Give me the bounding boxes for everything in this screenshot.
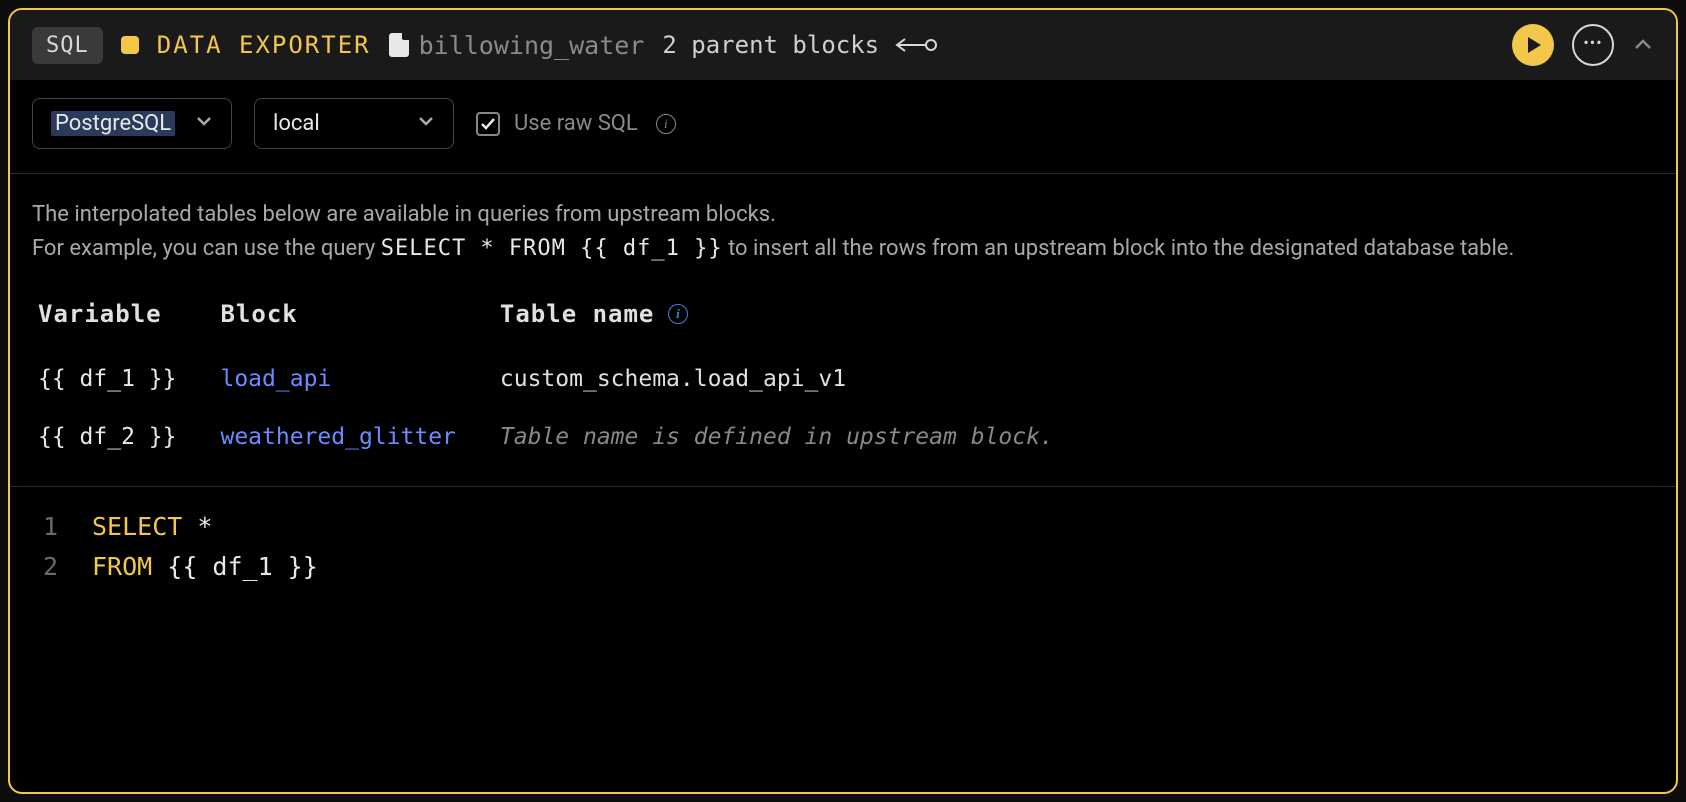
block-link[interactable]: load_api xyxy=(220,350,499,408)
parent-blocks-arrow-icon xyxy=(893,36,937,54)
editor-line: 2FROM {{ df_1 }} xyxy=(32,547,1654,587)
block-link[interactable]: weathered_glitter xyxy=(220,408,499,466)
checkbox-checked-icon xyxy=(476,112,500,136)
accent-square-icon xyxy=(121,36,139,54)
column-header-block: Block xyxy=(220,288,499,350)
interpolated-variables-table: Variable Block Table name i {{ df_1 }}lo… xyxy=(10,274,1676,487)
use-raw-sql-label: Use raw SQL xyxy=(514,111,638,136)
description-line-1: The interpolated tables below are availa… xyxy=(32,198,1654,232)
code-content: SELECT * xyxy=(92,507,212,547)
block-type-label: DATA EXPORTER xyxy=(157,31,371,59)
block-header: SQL DATA EXPORTER billowing_water 2 pare… xyxy=(10,10,1676,80)
column-header-variable: Variable xyxy=(38,288,220,350)
db-engine-select[interactable]: PostgreSQL xyxy=(32,98,232,149)
line-number: 2 xyxy=(32,547,92,587)
chevron-down-icon xyxy=(417,111,435,136)
parent-blocks-label: 2 parent blocks xyxy=(662,31,879,59)
language-badge: SQL xyxy=(32,27,103,64)
parent-blocks-group[interactable]: 2 parent blocks xyxy=(662,31,937,59)
use-raw-sql-toggle[interactable]: Use raw SQL i xyxy=(476,111,676,136)
block-name-group[interactable]: billowing_water xyxy=(389,31,645,60)
description-line-2: For example, you can use the query SELEC… xyxy=(32,232,1654,266)
code-content: FROM {{ df_1 }} xyxy=(92,547,318,587)
run-button[interactable] xyxy=(1512,24,1554,66)
editor-line: 1SELECT * xyxy=(32,507,1654,547)
ellipsis-icon: ••• xyxy=(1583,35,1602,51)
table-name-cell: custom_schema.load_api_v1 xyxy=(500,350,1098,408)
block-name: billowing_water xyxy=(419,31,645,60)
table-name-cell: Table name is defined in upstream block. xyxy=(500,408,1098,466)
info-icon[interactable]: i xyxy=(668,304,688,324)
config-row: PostgreSQL local Use raw SQL i xyxy=(10,80,1676,174)
table-row: {{ df_1 }}load_apicustom_schema.load_api… xyxy=(38,350,1098,408)
sql-editor[interactable]: 1SELECT *2FROM {{ df_1 }} xyxy=(10,487,1676,607)
play-icon xyxy=(1528,37,1541,53)
file-icon xyxy=(389,33,409,57)
chevron-down-icon xyxy=(195,111,213,136)
column-header-table-name: Table name i xyxy=(500,288,1098,350)
connection-value: local xyxy=(273,111,320,136)
info-icon[interactable]: i xyxy=(656,114,676,134)
connection-select[interactable]: local xyxy=(254,98,454,149)
line-number: 1 xyxy=(32,507,92,547)
more-options-button[interactable]: ••• xyxy=(1572,24,1614,66)
variable-cell: {{ df_1 }} xyxy=(38,350,220,408)
variable-cell: {{ df_2 }} xyxy=(38,408,220,466)
table-row: {{ df_2 }}weathered_glitterTable name is… xyxy=(38,408,1098,466)
collapse-button[interactable] xyxy=(1632,34,1654,56)
block-panel: SQL DATA EXPORTER billowing_water 2 pare… xyxy=(8,8,1678,794)
interpolation-description: The interpolated tables below are availa… xyxy=(10,174,1676,274)
db-engine-value: PostgreSQL xyxy=(51,111,175,136)
